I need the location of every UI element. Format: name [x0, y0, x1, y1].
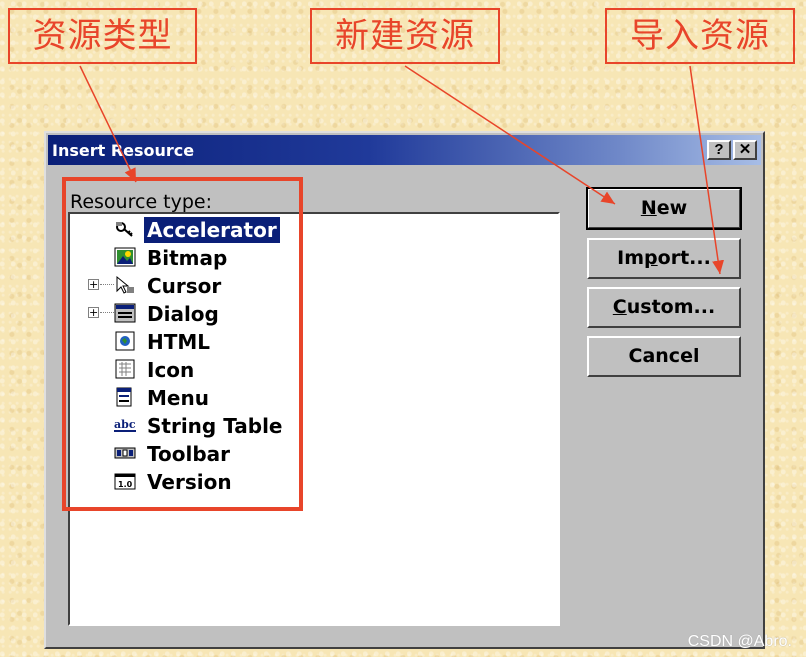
highlight-resource-type-box — [62, 177, 303, 511]
import-button-accesskey: p — [644, 247, 658, 269]
annotation-resource-type: 资源类型 — [8, 8, 197, 64]
new-button-label: ew — [656, 197, 688, 219]
new-button-accesskey: N — [640, 197, 657, 219]
custom-button[interactable]: Custom... — [587, 287, 741, 328]
import-button-label-start: Im — [617, 247, 645, 269]
custom-button-accesskey: C — [612, 296, 627, 318]
import-button-label-end: ort... — [657, 247, 711, 269]
import-button[interactable]: Import... — [587, 238, 741, 279]
watermark: CSDN @Abro. — [687, 633, 792, 650]
annotation-new-resource: 新建资源 — [310, 8, 500, 64]
dialog-titlebar[interactable]: Insert Resource ? ✕ — [48, 135, 761, 165]
annotation-import-resource: 导入资源 — [605, 8, 795, 64]
custom-button-label: ustom... — [626, 296, 716, 318]
new-button[interactable]: New — [586, 187, 742, 230]
close-button[interactable]: ✕ — [733, 140, 757, 160]
dialog-title: Insert Resource — [52, 141, 195, 160]
cancel-button[interactable]: Cancel — [587, 336, 741, 377]
help-button[interactable]: ? — [707, 140, 731, 160]
